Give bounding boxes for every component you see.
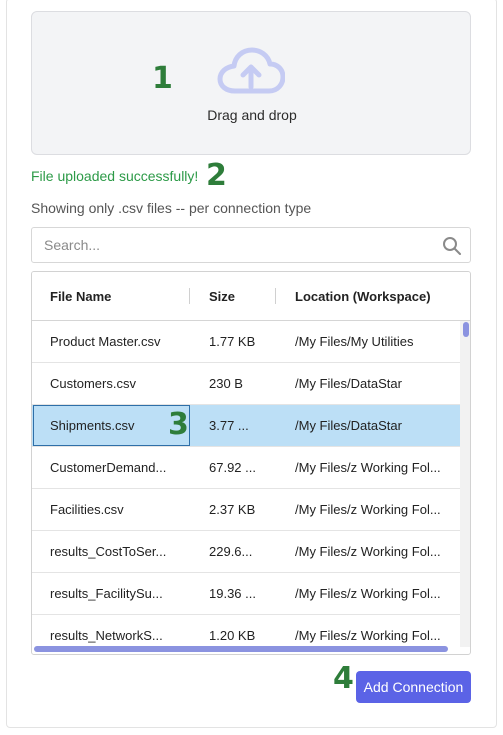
annotation-marker-1: 1 bbox=[152, 61, 173, 96]
file-location-cell: /My Files/z Working Fol... bbox=[295, 586, 441, 601]
search-box bbox=[31, 227, 471, 263]
file-size-cell: 67.92 ... bbox=[209, 460, 256, 475]
file-location-cell: /My Files/DataStar bbox=[295, 376, 402, 391]
annotation-marker-4: 4 bbox=[333, 661, 354, 696]
table-header: File Name Size Location (Workspace) bbox=[32, 272, 470, 321]
file-name-cell: results_CostToSer... bbox=[50, 544, 167, 559]
column-header-file-name[interactable]: File Name bbox=[50, 289, 111, 304]
column-header-size[interactable]: Size bbox=[209, 289, 235, 304]
vertical-scrollbar[interactable] bbox=[460, 321, 470, 647]
horizontal-scrollbar-thumb[interactable] bbox=[34, 646, 448, 652]
vertical-scrollbar-thumb[interactable] bbox=[463, 322, 469, 337]
table-row[interactable]: Facilities.csv 2.37 KB /My Files/z Worki… bbox=[32, 489, 462, 531]
file-name-cell: results_NetworkS... bbox=[50, 628, 163, 643]
annotation-marker-3: 3 bbox=[168, 407, 189, 442]
table-row-selected[interactable]: Shipments.csv 3.77 ... /My Files/DataSta… bbox=[32, 405, 462, 447]
file-name-cell: Product Master.csv bbox=[50, 334, 161, 349]
table-row[interactable]: Customers.csv 230 B /My Files/DataStar bbox=[32, 363, 462, 405]
file-location-cell: /My Files/z Working Fol... bbox=[295, 502, 441, 517]
upload-success-message: File uploaded successfully! bbox=[31, 168, 199, 184]
search-input[interactable] bbox=[32, 228, 470, 262]
file-filter-info: Showing only .csv files -- per connectio… bbox=[31, 200, 312, 216]
dropzone-label: Drag and drop bbox=[207, 107, 297, 123]
file-size-cell: 1.20 KB bbox=[209, 628, 256, 643]
file-location-cell: /My Files/My Utilities bbox=[295, 334, 414, 349]
column-divider[interactable] bbox=[275, 288, 276, 304]
cloud-upload-icon bbox=[217, 47, 285, 94]
file-size-cell: 230 B bbox=[209, 376, 243, 391]
file-size-cell: 19.36 ... bbox=[209, 586, 256, 601]
table-row[interactable]: Product Master.csv 1.77 KB /My Files/My … bbox=[32, 321, 462, 363]
file-location-cell: /My Files/z Working Fol... bbox=[295, 628, 441, 643]
file-name-cell: Facilities.csv bbox=[50, 502, 124, 517]
table-body: Product Master.csv 1.77 KB /My Files/My … bbox=[32, 321, 462, 647]
file-size-cell: 2.37 KB bbox=[209, 502, 256, 517]
file-size-cell: 1.77 KB bbox=[209, 334, 256, 349]
file-size-cell: 3.77 ... bbox=[209, 418, 249, 433]
file-table: File Name Size Location (Workspace) Prod… bbox=[31, 271, 471, 655]
add-connection-button[interactable]: Add Connection bbox=[356, 671, 471, 703]
column-header-location[interactable]: Location (Workspace) bbox=[295, 289, 431, 304]
file-location-cell: /My Files/z Working Fol... bbox=[295, 460, 441, 475]
table-row[interactable]: CustomerDemand... 67.92 ... /My Files/z … bbox=[32, 447, 462, 489]
file-name-cell: Customers.csv bbox=[50, 376, 136, 391]
file-name-cell: results_FacilitySu... bbox=[50, 586, 163, 601]
file-size-cell: 229.6... bbox=[209, 544, 253, 559]
column-divider[interactable] bbox=[189, 288, 190, 304]
file-location-cell: /My Files/z Working Fol... bbox=[295, 544, 441, 559]
table-row[interactable]: results_NetworkS... 1.20 KB /My Files/z … bbox=[32, 615, 462, 647]
table-row[interactable]: results_CostToSer... 229.6... /My Files/… bbox=[32, 531, 462, 573]
file-name-cell: CustomerDemand... bbox=[50, 460, 167, 475]
file-location-cell: /My Files/DataStar bbox=[295, 418, 402, 433]
annotation-marker-2: 2 bbox=[206, 158, 227, 193]
search-icon[interactable] bbox=[442, 236, 462, 256]
table-row[interactable]: results_FacilitySu... 19.36 ... /My File… bbox=[32, 573, 462, 615]
dropzone[interactable]: Drag and drop bbox=[31, 11, 471, 155]
